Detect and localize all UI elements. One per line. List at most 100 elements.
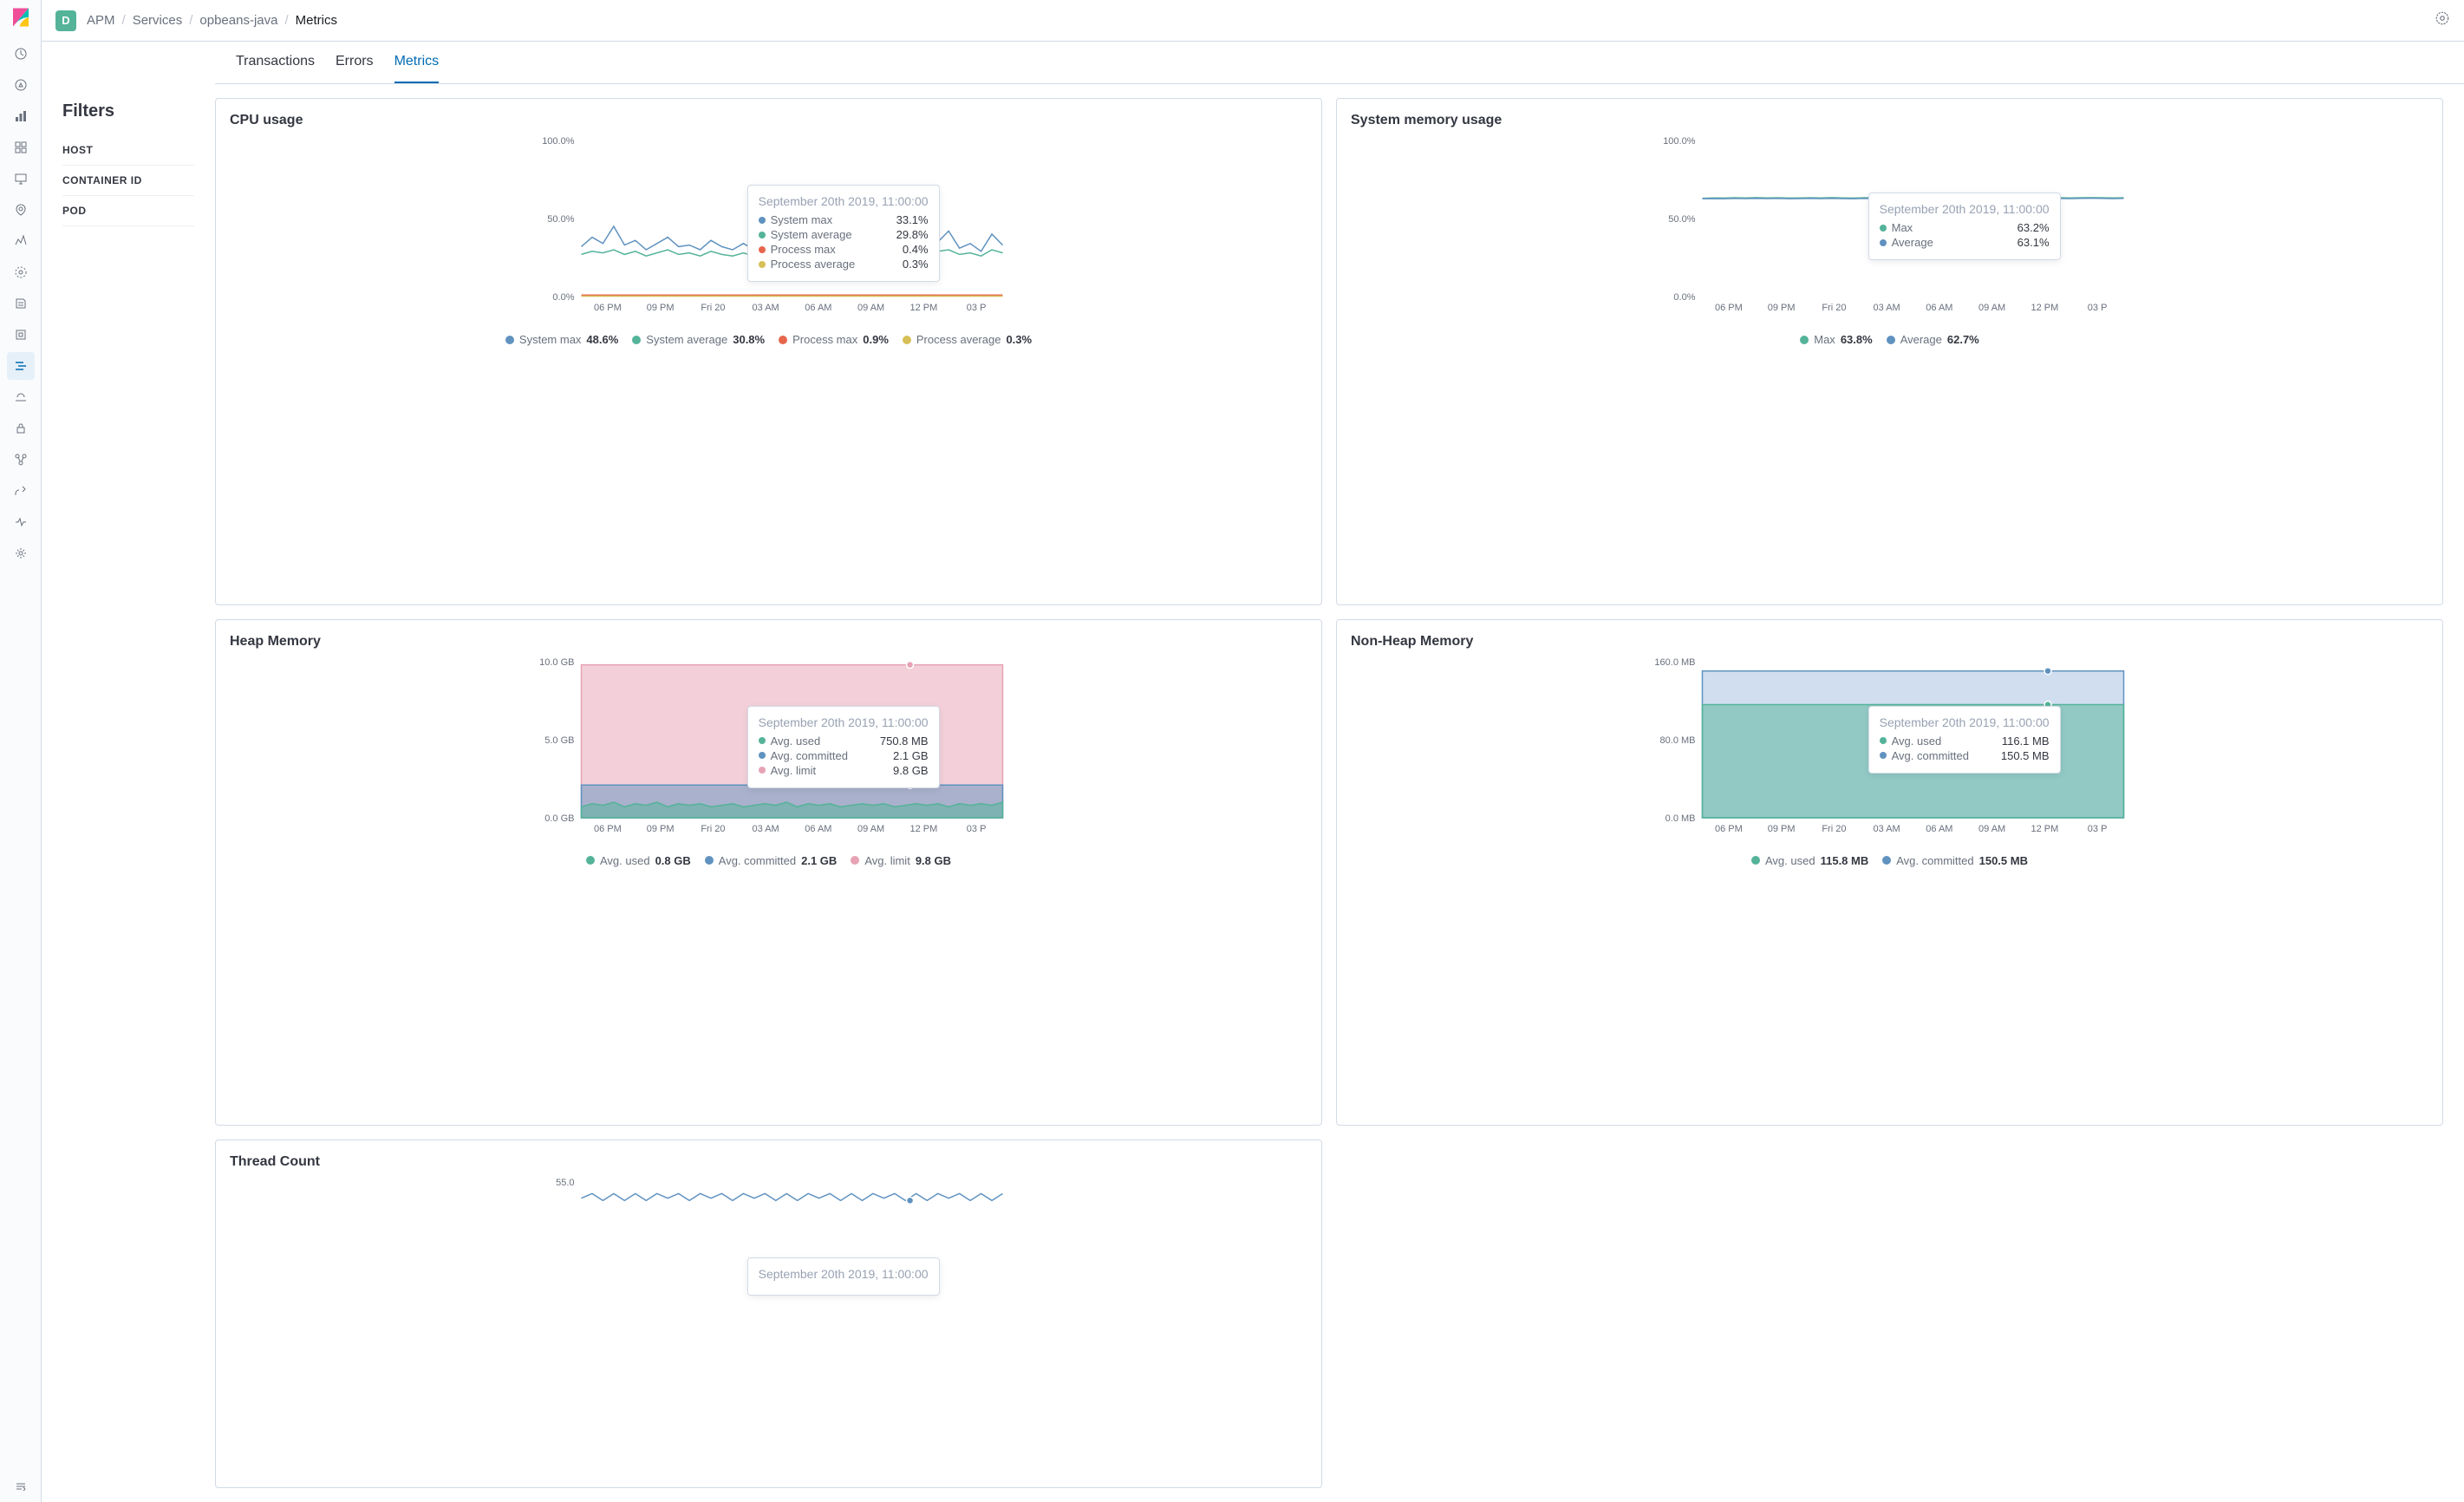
- nav-canvas-icon[interactable]: [7, 165, 35, 193]
- svg-text:0.0%: 0.0%: [552, 292, 574, 303]
- svg-text:09 PM: 09 PM: [1768, 303, 1796, 313]
- chart-title: Thread Count: [230, 1154, 1307, 1170]
- svg-text:50.0%: 50.0%: [547, 214, 574, 225]
- nav-rail: [0, 0, 42, 1502]
- nav-dev-icon[interactable]: [7, 477, 35, 505]
- nav-management-icon[interactable]: [7, 539, 35, 567]
- filter-host[interactable]: HOST: [62, 135, 194, 166]
- filters-sidebar: Filters HOST CONTAINER ID POD: [42, 84, 215, 1502]
- legend-item[interactable]: Max 63.8%: [1800, 333, 1872, 346]
- panel-cpu: CPU usage 100.0% 50.0% 0.0% 06 PM 09 PM Fri 20…: [215, 98, 1322, 605]
- svg-text:80.0 MB: 80.0 MB: [1660, 735, 1696, 746]
- filter-pod[interactable]: POD: [62, 196, 194, 226]
- chart-svg: 160.0 MB 80.0 MB 0.0 MB 06 PM 09 PM Fri 20 03 …: [1351, 656, 2428, 847]
- svg-text:09 PM: 09 PM: [647, 303, 675, 313]
- svg-text:03 P: 03 P: [2088, 824, 2108, 834]
- crumb-services[interactable]: Services: [133, 13, 183, 28]
- svg-text:06 PM: 06 PM: [594, 303, 622, 313]
- svg-text:03 P: 03 P: [967, 824, 987, 834]
- svg-text:55.0: 55.0: [556, 1178, 574, 1188]
- space-badge[interactable]: D: [55, 10, 76, 31]
- chart-svg: 55.0: [230, 1177, 1307, 1229]
- svg-text:03 P: 03 P: [2088, 303, 2108, 313]
- chart-title: Non-Heap Memory: [1351, 634, 2428, 650]
- svg-text:100.0%: 100.0%: [542, 136, 575, 147]
- nav-apm-icon[interactable]: [7, 352, 35, 380]
- legend-item[interactable]: Avg. committed 150.5 MB: [1882, 854, 2028, 867]
- svg-text:12 PM: 12 PM: [2031, 824, 2058, 834]
- legend-item[interactable]: Process average 0.3%: [903, 333, 1032, 346]
- svg-text:06 PM: 06 PM: [594, 824, 622, 834]
- chart-title: System memory usage: [1351, 113, 2428, 128]
- svg-text:Fri 20: Fri 20: [1822, 824, 1846, 834]
- legend-item[interactable]: Avg. committed 2.1 GB: [705, 854, 838, 867]
- nav-monitoring-icon[interactable]: [7, 508, 35, 536]
- nav-recent-icon[interactable]: [7, 40, 35, 68]
- legend-item[interactable]: Avg. used 115.8 MB: [1751, 854, 1868, 867]
- nav-infra-icon[interactable]: [7, 258, 35, 286]
- svg-text:0.0 MB: 0.0 MB: [1665, 813, 1696, 824]
- chart-legend: Max 63.8% Average 62.7%: [1351, 333, 2428, 346]
- tab-metrics[interactable]: Metrics: [394, 42, 440, 83]
- nav-security-icon[interactable]: [7, 415, 35, 442]
- chart-title: Heap Memory: [230, 634, 1307, 650]
- nav-siem-icon[interactable]: [7, 383, 35, 411]
- svg-text:10.0 GB: 10.0 GB: [539, 657, 574, 668]
- legend-item[interactable]: Average 62.7%: [1887, 333, 1979, 346]
- nav-collapse-icon[interactable]: [7, 1473, 35, 1500]
- chart-title: CPU usage: [230, 113, 1307, 128]
- svg-text:09 AM: 09 AM: [857, 824, 884, 834]
- svg-text:160.0 MB: 160.0 MB: [1654, 657, 1695, 668]
- nav-graph-icon[interactable]: [7, 446, 35, 473]
- tabs: Transactions Errors Metrics: [215, 42, 2464, 84]
- nav-uptime-icon[interactable]: [7, 321, 35, 349]
- nav-ml-icon[interactable]: [7, 227, 35, 255]
- svg-text:Fri 20: Fri 20: [1822, 303, 1846, 313]
- kibana-logo-icon: [10, 7, 31, 28]
- svg-text:06 AM: 06 AM: [805, 824, 831, 834]
- svg-text:0.0%: 0.0%: [1673, 292, 1695, 303]
- svg-text:09 PM: 09 PM: [1768, 824, 1796, 834]
- svg-text:12 PM: 12 PM: [2031, 303, 2058, 313]
- chart-svg: 10.0 GB 5.0 GB 0.0 GB 06 PM 09 PM Fri 20 03 AM…: [230, 656, 1307, 847]
- chart-legend: Avg. used 115.8 MB Avg. committed 150.5 M…: [1351, 854, 2428, 867]
- nav-visualize-icon[interactable]: [7, 102, 35, 130]
- crumb-apm[interactable]: APM: [87, 13, 115, 28]
- tab-errors[interactable]: Errors: [336, 42, 374, 83]
- tab-transactions[interactable]: Transactions: [236, 42, 315, 83]
- help-icon[interactable]: [2435, 10, 2450, 30]
- svg-text:06 AM: 06 AM: [805, 303, 831, 313]
- crumb-service-name[interactable]: opbeans-java: [199, 13, 277, 28]
- svg-text:5.0 GB: 5.0 GB: [544, 735, 574, 746]
- crumb-current: Metrics: [296, 13, 337, 28]
- legend-item[interactable]: Avg. used 0.8 GB: [586, 854, 691, 867]
- svg-text:Fri 20: Fri 20: [701, 303, 725, 313]
- svg-text:06 AM: 06 AM: [1926, 303, 1952, 313]
- legend-item[interactable]: Avg. limit 9.8 GB: [851, 854, 951, 867]
- chart-tooltip: September 20th 2019, 11:00:00: [747, 1257, 940, 1296]
- filter-container[interactable]: CONTAINER ID: [62, 166, 194, 196]
- legend-item[interactable]: System average 30.8%: [632, 333, 765, 346]
- nav-discover-icon[interactable]: [7, 71, 35, 99]
- svg-text:09 AM: 09 AM: [1978, 824, 2005, 834]
- svg-text:03 AM: 03 AM: [1874, 824, 1900, 834]
- svg-text:09 AM: 09 AM: [1978, 303, 2005, 313]
- svg-text:06 PM: 06 PM: [1715, 824, 1743, 834]
- svg-text:03 AM: 03 AM: [753, 824, 779, 834]
- chart-legend: System max 48.6% System average 30.8% Proc…: [230, 333, 1307, 346]
- nav-logs-icon[interactable]: [7, 290, 35, 317]
- svg-text:09 PM: 09 PM: [647, 824, 675, 834]
- panel-heap: Heap Memory 10.0 GB 5.0 GB 0.0 GB 06 PM 09 PM…: [215, 619, 1322, 1126]
- nav-maps-icon[interactable]: [7, 196, 35, 224]
- legend-item[interactable]: Process max 0.9%: [779, 333, 889, 346]
- svg-text:0.0 GB: 0.0 GB: [544, 813, 574, 824]
- chart-svg: 100.0%50.0%0.0%06 PM09 PMFri 2003 AM06 A…: [1351, 135, 2428, 326]
- svg-text:12 PM: 12 PM: [909, 824, 937, 834]
- panel-nonheap: Non-Heap Memory 160.0 MB 80.0 MB 0.0 MB 06 P…: [1336, 619, 2443, 1126]
- legend-item[interactable]: System max 48.6%: [505, 333, 618, 346]
- panel-threads: Thread Count 55.0 September 20th 2019, 11:…: [215, 1140, 1322, 1488]
- svg-text:Fri 20: Fri 20: [701, 824, 725, 834]
- nav-dashboard-icon[interactable]: [7, 134, 35, 161]
- chart-svg: 100.0%50.0%0.0%06 PM09 PMFri 2003 AM06 A…: [230, 135, 1307, 326]
- svg-text:50.0%: 50.0%: [1668, 214, 1695, 225]
